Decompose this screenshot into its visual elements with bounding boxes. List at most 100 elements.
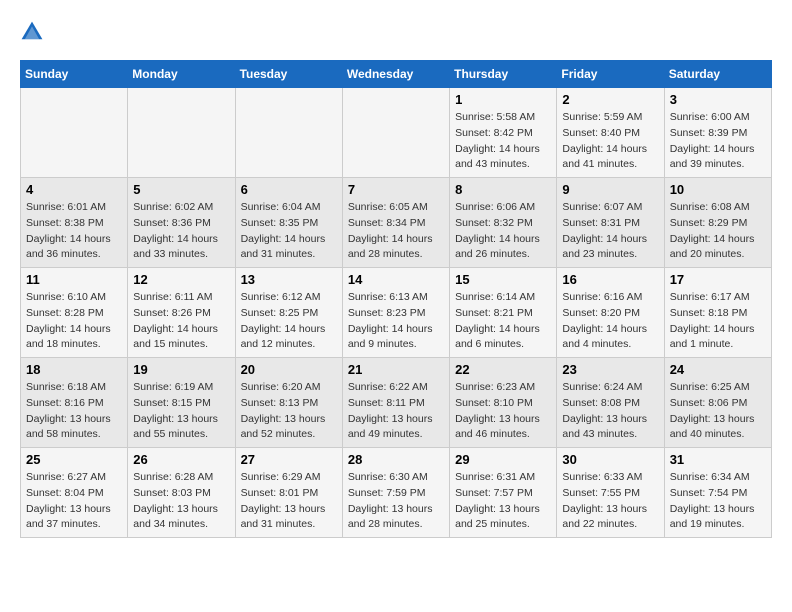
day-number: 27 bbox=[241, 452, 337, 467]
day-of-week-header: Sunday bbox=[21, 61, 128, 88]
day-number: 24 bbox=[670, 362, 766, 377]
calendar-day-cell: 31Sunrise: 6:34 AM Sunset: 7:54 PM Dayli… bbox=[664, 448, 771, 538]
day-of-week-header: Monday bbox=[128, 61, 235, 88]
calendar-day-cell: 26 Sunrise: 6:28 AM Sunset: 8:03 PM Dayli… bbox=[128, 448, 235, 538]
day-number: 13 bbox=[241, 272, 337, 287]
day-info: Sunrise: 6:00 AM Sunset: 8:39 PM Dayligh… bbox=[670, 110, 766, 173]
day-number: 28 bbox=[348, 452, 444, 467]
day-number: 21 bbox=[348, 362, 444, 377]
day-info: Sunrise: 6:23 AM Sunset: 8:10 PM Dayligh… bbox=[455, 380, 551, 443]
day-of-week-header: Wednesday bbox=[342, 61, 449, 88]
day-number: 11 bbox=[26, 272, 122, 287]
calendar-week-row: 11 Sunrise: 6:10 AM Sunset: 8:28 PM Dayli… bbox=[21, 268, 772, 358]
calendar-day-cell: 24 Sunrise: 6:25 AM Sunset: 8:06 PM Dayli… bbox=[664, 358, 771, 448]
calendar-day-cell: 9 Sunrise: 6:07 AM Sunset: 8:31 PM Daylig… bbox=[557, 178, 664, 268]
day-number: 1 bbox=[455, 92, 551, 107]
day-info: Sunrise: 6:24 AM Sunset: 8:08 PM Dayligh… bbox=[562, 380, 658, 443]
calendar-day-cell: 30Sunrise: 6:33 AM Sunset: 7:55 PM Dayli… bbox=[557, 448, 664, 538]
calendar-day-cell: 2Sunrise: 5:59 AM Sunset: 8:40 PM Daylig… bbox=[557, 88, 664, 178]
calendar-day-cell: 3 Sunrise: 6:00 AM Sunset: 8:39 PM Daylig… bbox=[664, 88, 771, 178]
day-number: 8 bbox=[455, 182, 551, 197]
day-info: Sunrise: 6:14 AM Sunset: 8:21 PM Dayligh… bbox=[455, 290, 551, 353]
day-info: Sunrise: 6:12 AM Sunset: 8:25 PM Dayligh… bbox=[241, 290, 337, 353]
day-info: Sunrise: 6:06 AM Sunset: 8:32 PM Dayligh… bbox=[455, 200, 551, 263]
day-number: 30 bbox=[562, 452, 658, 467]
day-number: 20 bbox=[241, 362, 337, 377]
day-info: Sunrise: 6:18 AM Sunset: 8:16 PM Dayligh… bbox=[26, 380, 122, 443]
day-info: Sunrise: 6:16 AM Sunset: 8:20 PM Dayligh… bbox=[562, 290, 658, 353]
calendar-day-cell: 4 Sunrise: 6:01 AM Sunset: 8:38 PM Daylig… bbox=[21, 178, 128, 268]
calendar-table: SundayMondayTuesdayWednesdayThursdayFrid… bbox=[20, 60, 772, 538]
day-number: 29 bbox=[455, 452, 551, 467]
day-info: Sunrise: 6:28 AM Sunset: 8:03 PM Dayligh… bbox=[133, 470, 229, 533]
day-info: Sunrise: 6:30 AM Sunset: 7:59 PM Dayligh… bbox=[348, 470, 444, 533]
day-of-week-header: Friday bbox=[557, 61, 664, 88]
calendar-day-cell: 19 Sunrise: 6:19 AM Sunset: 8:15 PM Dayli… bbox=[128, 358, 235, 448]
day-number: 14 bbox=[348, 272, 444, 287]
calendar-day-cell bbox=[21, 88, 128, 178]
day-info: Sunrise: 6:22 AM Sunset: 8:11 PM Dayligh… bbox=[348, 380, 444, 443]
calendar-header-row: SundayMondayTuesdayWednesdayThursdayFrid… bbox=[21, 61, 772, 88]
calendar-day-cell bbox=[342, 88, 449, 178]
logo-icon bbox=[20, 20, 44, 44]
day-info: Sunrise: 6:31 AM Sunset: 7:57 PM Dayligh… bbox=[455, 470, 551, 533]
calendar-day-cell: 18 Sunrise: 6:18 AM Sunset: 8:16 PM Dayli… bbox=[21, 358, 128, 448]
day-number: 3 bbox=[670, 92, 766, 107]
calendar-day-cell: 16 Sunrise: 6:16 AM Sunset: 8:20 PM Dayli… bbox=[557, 268, 664, 358]
day-number: 15 bbox=[455, 272, 551, 287]
day-number: 16 bbox=[562, 272, 658, 287]
day-info: Sunrise: 6:08 AM Sunset: 8:29 PM Dayligh… bbox=[670, 200, 766, 263]
calendar-day-cell bbox=[128, 88, 235, 178]
page-header bbox=[20, 20, 772, 44]
calendar-day-cell: 17 Sunrise: 6:17 AM Sunset: 8:18 PM Dayli… bbox=[664, 268, 771, 358]
calendar-day-cell: 13 Sunrise: 6:12 AM Sunset: 8:25 PM Dayli… bbox=[235, 268, 342, 358]
calendar-day-cell: 11 Sunrise: 6:10 AM Sunset: 8:28 PM Dayli… bbox=[21, 268, 128, 358]
day-info: Sunrise: 6:07 AM Sunset: 8:31 PM Dayligh… bbox=[562, 200, 658, 263]
day-number: 7 bbox=[348, 182, 444, 197]
calendar-day-cell: 23Sunrise: 6:24 AM Sunset: 8:08 PM Dayli… bbox=[557, 358, 664, 448]
day-number: 2 bbox=[562, 92, 658, 107]
day-info: Sunrise: 6:10 AM Sunset: 8:28 PM Dayligh… bbox=[26, 290, 122, 353]
day-number: 22 bbox=[455, 362, 551, 377]
calendar-day-cell: 14 Sunrise: 6:13 AM Sunset: 8:23 PM Dayli… bbox=[342, 268, 449, 358]
calendar-day-cell: 21 Sunrise: 6:22 AM Sunset: 8:11 PM Dayli… bbox=[342, 358, 449, 448]
day-info: Sunrise: 6:13 AM Sunset: 8:23 PM Dayligh… bbox=[348, 290, 444, 353]
calendar-day-cell: 27 Sunrise: 6:29 AM Sunset: 8:01 PM Dayli… bbox=[235, 448, 342, 538]
day-info: Sunrise: 6:05 AM Sunset: 8:34 PM Dayligh… bbox=[348, 200, 444, 263]
day-info: Sunrise: 6:02 AM Sunset: 8:36 PM Dayligh… bbox=[133, 200, 229, 263]
day-info: Sunrise: 6:17 AM Sunset: 8:18 PM Dayligh… bbox=[670, 290, 766, 353]
day-of-week-header: Thursday bbox=[450, 61, 557, 88]
calendar-week-row: 25 Sunrise: 6:27 AM Sunset: 8:04 PM Dayli… bbox=[21, 448, 772, 538]
day-of-week-header: Tuesday bbox=[235, 61, 342, 88]
calendar-day-cell: 7 Sunrise: 6:05 AM Sunset: 8:34 PM Daylig… bbox=[342, 178, 449, 268]
day-info: Sunrise: 6:19 AM Sunset: 8:15 PM Dayligh… bbox=[133, 380, 229, 443]
calendar-day-cell: 10 Sunrise: 6:08 AM Sunset: 8:29 PM Dayli… bbox=[664, 178, 771, 268]
calendar-day-cell: 22 Sunrise: 6:23 AM Sunset: 8:10 PM Dayli… bbox=[450, 358, 557, 448]
calendar-day-cell: 20 Sunrise: 6:20 AM Sunset: 8:13 PM Dayli… bbox=[235, 358, 342, 448]
calendar-week-row: 18 Sunrise: 6:18 AM Sunset: 8:16 PM Dayli… bbox=[21, 358, 772, 448]
day-number: 17 bbox=[670, 272, 766, 287]
calendar-day-cell: 15 Sunrise: 6:14 AM Sunset: 8:21 PM Dayli… bbox=[450, 268, 557, 358]
calendar-week-row: 1 Sunrise: 5:58 AM Sunset: 8:42 PM Daylig… bbox=[21, 88, 772, 178]
day-number: 25 bbox=[26, 452, 122, 467]
day-number: 18 bbox=[26, 362, 122, 377]
day-info: Sunrise: 6:20 AM Sunset: 8:13 PM Dayligh… bbox=[241, 380, 337, 443]
day-info: Sunrise: 6:25 AM Sunset: 8:06 PM Dayligh… bbox=[670, 380, 766, 443]
day-number: 4 bbox=[26, 182, 122, 197]
day-number: 19 bbox=[133, 362, 229, 377]
day-number: 10 bbox=[670, 182, 766, 197]
day-info: Sunrise: 6:29 AM Sunset: 8:01 PM Dayligh… bbox=[241, 470, 337, 533]
calendar-day-cell: 29 Sunrise: 6:31 AM Sunset: 7:57 PM Dayli… bbox=[450, 448, 557, 538]
day-info: Sunrise: 5:58 AM Sunset: 8:42 PM Dayligh… bbox=[455, 110, 551, 173]
day-of-week-header: Saturday bbox=[664, 61, 771, 88]
calendar-day-cell: 28 Sunrise: 6:30 AM Sunset: 7:59 PM Dayli… bbox=[342, 448, 449, 538]
calendar-day-cell: 1 Sunrise: 5:58 AM Sunset: 8:42 PM Daylig… bbox=[450, 88, 557, 178]
day-number: 9 bbox=[562, 182, 658, 197]
day-number: 26 bbox=[133, 452, 229, 467]
calendar-day-cell bbox=[235, 88, 342, 178]
day-info: Sunrise: 6:27 AM Sunset: 8:04 PM Dayligh… bbox=[26, 470, 122, 533]
calendar-week-row: 4 Sunrise: 6:01 AM Sunset: 8:38 PM Daylig… bbox=[21, 178, 772, 268]
day-info: Sunrise: 6:01 AM Sunset: 8:38 PM Dayligh… bbox=[26, 200, 122, 263]
day-info: Sunrise: 6:34 AM Sunset: 7:54 PM Dayligh… bbox=[670, 470, 766, 533]
day-info: Sunrise: 6:11 AM Sunset: 8:26 PM Dayligh… bbox=[133, 290, 229, 353]
